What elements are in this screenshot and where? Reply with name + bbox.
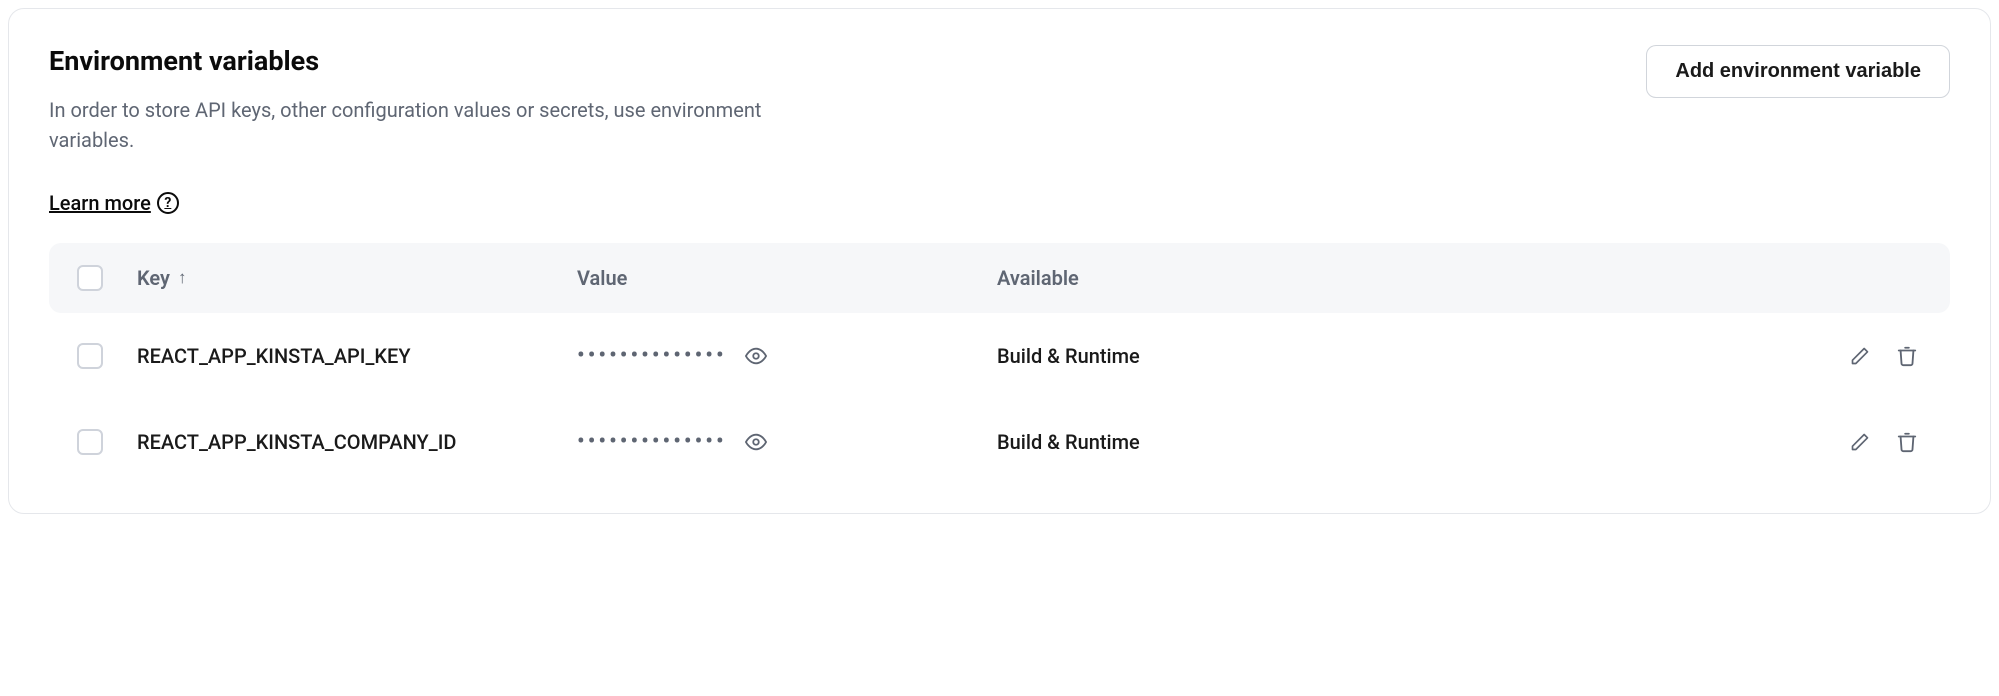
- delete-button[interactable]: [1892, 427, 1922, 457]
- table-row: REACT_APP_KINSTA_COMPANY_ID ••••••••••••…: [49, 399, 1950, 485]
- pencil-icon: [1850, 432, 1870, 452]
- sort-asc-icon: ↑: [178, 270, 187, 287]
- available-cell: Build & Runtime: [997, 430, 1802, 454]
- table-header-row: Key ↑ Value Available: [49, 243, 1950, 313]
- value-column-header[interactable]: Value: [577, 266, 997, 290]
- help-icon: ?: [157, 192, 179, 214]
- value-cell: ••••••••••••••: [577, 341, 997, 371]
- row-select-cell: [77, 343, 137, 369]
- delete-button[interactable]: [1892, 341, 1922, 371]
- masked-value: ••••••••••••••: [577, 431, 727, 453]
- row-checkbox[interactable]: [77, 343, 103, 369]
- key-cell: REACT_APP_KINSTA_COMPANY_ID: [137, 430, 577, 454]
- learn-more-label: Learn more: [49, 191, 151, 215]
- pencil-icon: [1850, 346, 1870, 366]
- edit-button[interactable]: [1846, 342, 1874, 370]
- section-title: Environment variables: [49, 45, 809, 77]
- edit-button[interactable]: [1846, 428, 1874, 456]
- select-all-checkbox[interactable]: [77, 265, 103, 291]
- key-header-label: Key: [137, 266, 170, 290]
- key-column-header[interactable]: Key ↑: [137, 266, 577, 290]
- value-cell: ••••••••••••••: [577, 427, 997, 457]
- trash-icon: [1896, 345, 1918, 367]
- reveal-value-button[interactable]: [741, 427, 771, 457]
- key-cell: REACT_APP_KINSTA_API_KEY: [137, 344, 577, 368]
- select-all-cell: [77, 265, 137, 291]
- env-var-table: Key ↑ Value Available REACT_APP_KINSTA_A…: [49, 243, 1950, 485]
- table-row: REACT_APP_KINSTA_API_KEY •••••••••••••• …: [49, 313, 1950, 399]
- row-checkbox[interactable]: [77, 429, 103, 455]
- row-actions: [1802, 427, 1922, 457]
- available-cell: Build & Runtime: [997, 344, 1802, 368]
- add-env-var-button[interactable]: Add environment variable: [1646, 45, 1950, 98]
- env-variables-section: Environment variables In order to store …: [8, 8, 1991, 514]
- section-subtitle: In order to store API keys, other config…: [49, 95, 809, 155]
- row-actions: [1802, 341, 1922, 371]
- section-header: Environment variables In order to store …: [49, 45, 1950, 155]
- masked-value: ••••••••••••••: [577, 345, 727, 367]
- eye-icon: [745, 431, 767, 453]
- trash-icon: [1896, 431, 1918, 453]
- reveal-value-button[interactable]: [741, 341, 771, 371]
- learn-more-link[interactable]: Learn more ?: [49, 191, 179, 215]
- available-column-header[interactable]: Available: [997, 266, 1802, 290]
- row-select-cell: [77, 429, 137, 455]
- header-text-block: Environment variables In order to store …: [49, 45, 809, 155]
- eye-icon: [745, 345, 767, 367]
